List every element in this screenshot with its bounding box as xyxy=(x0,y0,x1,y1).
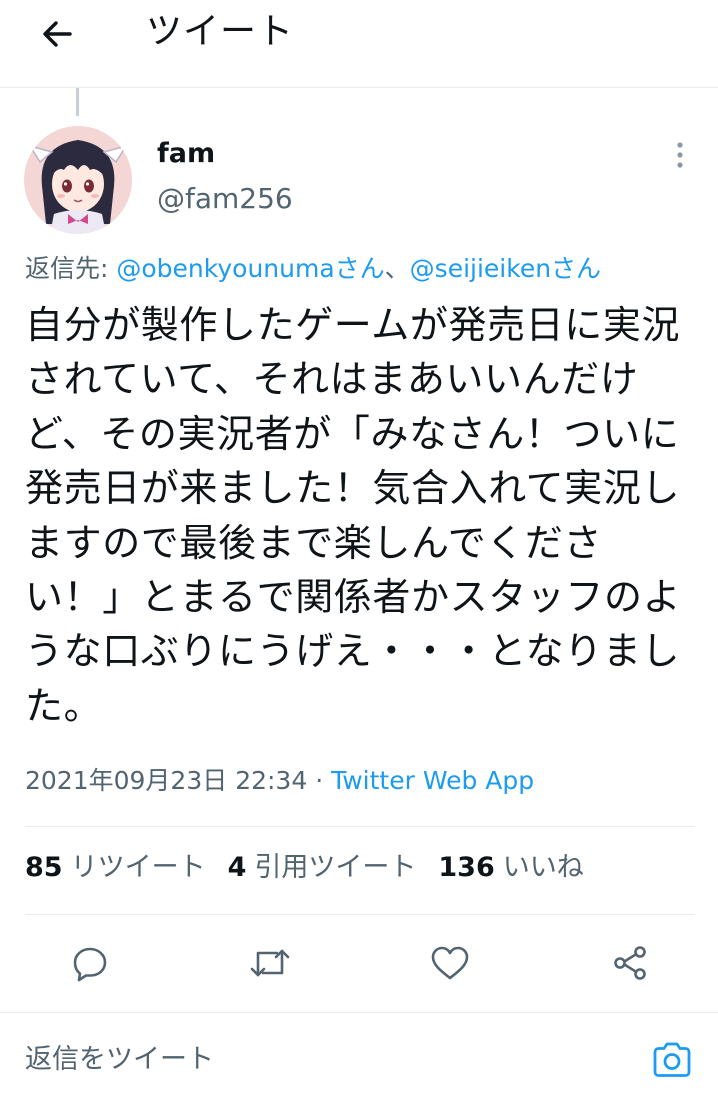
mention-link[interactable]: @seijieikenさん xyxy=(410,254,601,283)
meta-separator: · xyxy=(307,766,332,795)
tweet-source-link[interactable]: Twitter Web App xyxy=(331,766,534,795)
action-bar xyxy=(0,938,718,988)
tweet-meta: 2021年09月23日 22:34 · Twitter Web App xyxy=(25,764,534,798)
retweet-count-value: 85 xyxy=(25,852,63,883)
reply-to-line: 返信先: @obenkyounumaさん、@seijieikenさん xyxy=(25,252,601,286)
like-icon xyxy=(431,946,469,980)
like-count-value: 136 xyxy=(438,852,495,883)
more-options-button[interactable] xyxy=(666,138,694,172)
tweet-text: 自分が製作したゲームが発売日に実況されていて、それはまあいいんだけど、その実況者… xyxy=(25,303,682,728)
reply-icon xyxy=(73,947,107,982)
divider xyxy=(25,826,695,827)
author-handle[interactable]: @fam256 xyxy=(157,182,293,216)
avatar[interactable] xyxy=(24,126,132,234)
more-vertical-icon xyxy=(677,142,683,168)
mention-separator: 、 xyxy=(384,254,410,283)
camera-button[interactable] xyxy=(648,1036,696,1084)
divider xyxy=(25,914,695,915)
back-button[interactable] xyxy=(30,12,84,56)
share-button[interactable] xyxy=(606,938,654,988)
arrow-left-icon xyxy=(43,21,72,47)
page-title: ツイート xyxy=(146,11,295,52)
top-bar: ツイート xyxy=(0,0,718,88)
share-icon xyxy=(614,946,646,980)
thread-connector-line xyxy=(76,88,79,116)
quote-count-label: 引用ツイート xyxy=(254,852,417,883)
like-count[interactable]: 136 いいね xyxy=(438,850,583,886)
retweet-icon xyxy=(250,949,290,977)
reply-to-prefix: 返信先: xyxy=(25,254,117,283)
camera-icon xyxy=(653,1042,691,1077)
retweet-button[interactable] xyxy=(246,938,294,988)
mention-link[interactable]: @obenkyounumaさん xyxy=(116,254,384,283)
engagement-stats: 85 リツイート 4 引用ツイート 136 いいね xyxy=(25,850,606,886)
quote-count-value: 4 xyxy=(227,852,247,883)
retweet-count[interactable]: 85 リツイート xyxy=(25,850,206,886)
reply-input[interactable]: 返信をツイート xyxy=(25,1042,214,1078)
like-count-label: いいね xyxy=(502,852,584,883)
quote-count[interactable]: 4 引用ツイート xyxy=(228,850,417,886)
avatar-illustration xyxy=(24,126,132,234)
retweet-count-label: リツイート xyxy=(70,852,206,883)
reply-button[interactable] xyxy=(66,938,114,988)
author-name[interactable]: fam xyxy=(157,138,215,170)
like-button[interactable] xyxy=(426,938,474,988)
tweet-timestamp[interactable]: 2021年09月23日 22:34 xyxy=(25,766,307,795)
